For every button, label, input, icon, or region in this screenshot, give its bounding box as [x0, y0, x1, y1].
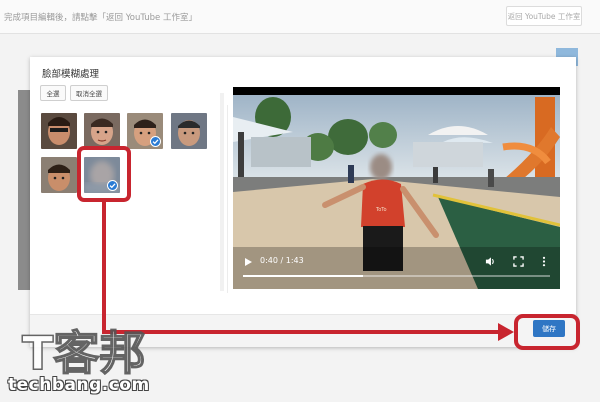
progress-fill [243, 275, 363, 277]
select-all-button[interactable]: 全選 [40, 85, 66, 101]
back-to-studio-button[interactable]: 返回 YouTube 工作室 [506, 6, 582, 26]
topbar-message: 完成項目編輯後，請點擊「返回 YouTube 工作室」 [4, 13, 197, 23]
video-time: 0:40 / 1:43 [260, 256, 304, 265]
selected-check-icon [150, 136, 161, 147]
dialog-title: 臉部模糊處理 [42, 69, 100, 80]
progress-bar[interactable] [243, 275, 550, 277]
selected-check-icon [107, 180, 118, 191]
face-thumbnail[interactable] [84, 113, 120, 149]
save-button[interactable]: 儲存 [533, 320, 565, 337]
shirt-text: ToTo [375, 207, 387, 213]
background-video-thumbnail [18, 90, 30, 290]
watermark-logo: T客邦 [21, 325, 146, 375]
svg-text:T客邦: T客邦 [22, 326, 145, 375]
top-bar: 完成項目編輯後，請點擊「返回 YouTube 工作室」 返回 YouTube 工… [0, 0, 600, 34]
face-thumbnail[interactable] [41, 113, 77, 149]
deselect-all-button[interactable]: 取消全選 [70, 85, 108, 101]
watermark-domain: techbang.com [8, 375, 150, 395]
face-thumbnail[interactable] [171, 113, 207, 149]
face-thumbnail[interactable] [84, 157, 120, 193]
face-thumbnail[interactable] [127, 113, 163, 149]
face-thumbnail[interactable] [41, 157, 77, 193]
face-grid [38, 105, 228, 293]
video-player[interactable]: ToTo 0:40 / 1:43 [233, 87, 560, 289]
face-panel-scrollbar[interactable] [220, 93, 224, 291]
